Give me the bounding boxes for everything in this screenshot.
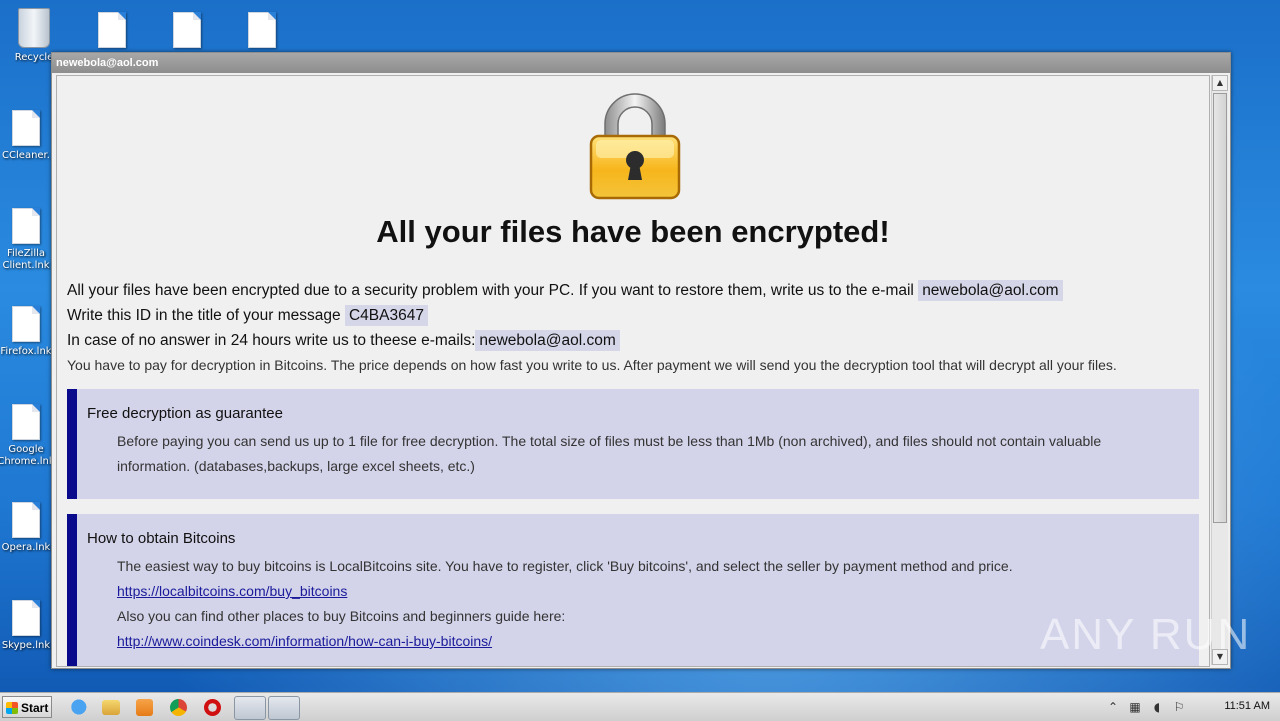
contact-email[interactable]: newebola@aol.com [475,330,620,351]
desktop-icon-skype[interactable]: Skype.lnk [0,600,56,652]
obtain-bitcoins-box: How to obtain Bitcoins The easiest way t… [67,514,1199,666]
box-text: Also you can find other places to buy Bi… [117,608,566,624]
app-window-icon[interactable] [268,696,300,720]
message-line: In case of no answer in 24 hours write u… [67,328,1197,353]
windows-logo-icon [6,702,18,714]
desktop-icon-file[interactable] [157,12,217,52]
scroll-up-button[interactable]: ▲ [1212,75,1228,91]
file-icon [12,600,40,636]
file-icon [12,502,40,538]
chrome-icon[interactable] [170,699,187,716]
ransom-note-window: newebola@aol.com All your files have bee… [51,52,1231,669]
message-text: In case of no answer in 24 hours write u… [67,332,476,349]
window-title[interactable]: newebola@aol.com [52,53,1230,73]
free-decryption-box: Free decryption as guarantee Before payi… [67,389,1199,499]
file-icon [12,110,40,146]
message-line: Write this ID in the title of your messa… [67,303,1197,328]
desktop-icon-opera[interactable]: Opera.lnk [0,502,56,554]
clock[interactable]: 11:51 AM [1224,700,1270,712]
desktop-icon-chrome[interactable]: Google Chrome.lnk [0,404,56,468]
desktop-icon-label: Google [8,444,44,455]
explorer-folder-icon[interactable] [102,700,120,715]
box-body: Before paying you can send us up to 1 fi… [117,429,1177,479]
action-center-flag-icon[interactable]: ⚐ [1172,700,1186,714]
message-line: All your files have been encrypted due t… [67,278,1197,303]
message-text: All your files have been encrypted due t… [67,282,914,299]
victim-id[interactable]: C4BA3647 [344,305,428,326]
box-text: information. (databases,backups, large e… [117,458,475,474]
desktop-icon-file[interactable] [82,12,142,52]
taskbar: Start ⌃ ▦ ◖ ⚐ 11:51 AM [0,692,1280,721]
ie-icon[interactable] [70,697,92,717]
message-text: Write this ID in the title of your messa… [67,307,341,324]
start-button[interactable]: Start [2,696,52,718]
box-text: The easiest way to buy bitcoins is Local… [117,558,1013,574]
box-title: Free decryption as guarantee [87,405,283,422]
start-label: Start [21,701,49,715]
desktop-icon-label: CCleaner. [2,150,50,161]
desktop-icon-file[interactable] [232,12,292,52]
coindesk-link[interactable]: http://www.coindesk.com/information/how-… [117,633,492,649]
desktop-icon-label: Chrome.lnk [0,456,55,467]
desktop-icon-label: Firefox.lnk [0,346,52,357]
desktop-icon-label: Client.lnk [2,260,50,271]
padlock-icon [589,93,681,200]
vertical-scrollbar[interactable]: ▲ ▼ [1211,75,1228,665]
recycle-bin-icon [18,8,50,48]
network-icon[interactable]: ▦ [1128,700,1142,714]
desktop-icon-label: Opera.lnk [1,542,51,553]
message-line: You have to pay for decryption in Bitcoi… [67,357,1117,373]
box-title: How to obtain Bitcoins [87,530,236,547]
file-icon [248,12,276,48]
contact-email[interactable]: newebola@aol.com [918,280,1063,301]
desktop-icon-label: FileZilla [6,248,46,259]
box-accent-bar [67,389,77,499]
file-icon [173,12,201,48]
box-body: The easiest way to buy bitcoins is Local… [117,554,1177,654]
file-icon [12,208,40,244]
window-content: All your files have been encrypted! All … [56,75,1210,667]
file-icon [12,404,40,440]
system-tray: ⌃ ▦ ◖ ⚐ 11:51 AM [1100,693,1280,721]
file-icon [12,306,40,342]
scroll-thumb[interactable] [1213,93,1227,523]
desktop-icon-firefox[interactable]: Firefox.lnk [0,306,56,358]
volume-icon[interactable]: ◖ [1150,700,1164,714]
headline: All your files have been encrypted! [376,214,890,249]
desktop-icon-label: Skype.lnk [1,640,51,651]
opera-icon[interactable] [204,699,221,716]
box-text: Before paying you can send us up to 1 fi… [117,433,1102,449]
message-body: All your files have been encrypted due t… [67,278,1197,378]
anyrun-watermark: ANY RUN [1040,610,1252,659]
file-icon [98,12,126,48]
desktop-icon-filezilla[interactable]: FileZilla Client.lnk [0,208,56,272]
box-accent-bar [67,514,77,666]
app-window-icon[interactable] [234,696,266,720]
desktop-icon-ccleaner[interactable]: CCleaner. [0,110,56,162]
localbitcoins-link[interactable]: https://localbitcoins.com/buy_bitcoins [117,583,347,599]
show-hidden-icons-icon[interactable]: ⌃ [1106,700,1120,714]
media-player-icon[interactable] [136,699,153,716]
